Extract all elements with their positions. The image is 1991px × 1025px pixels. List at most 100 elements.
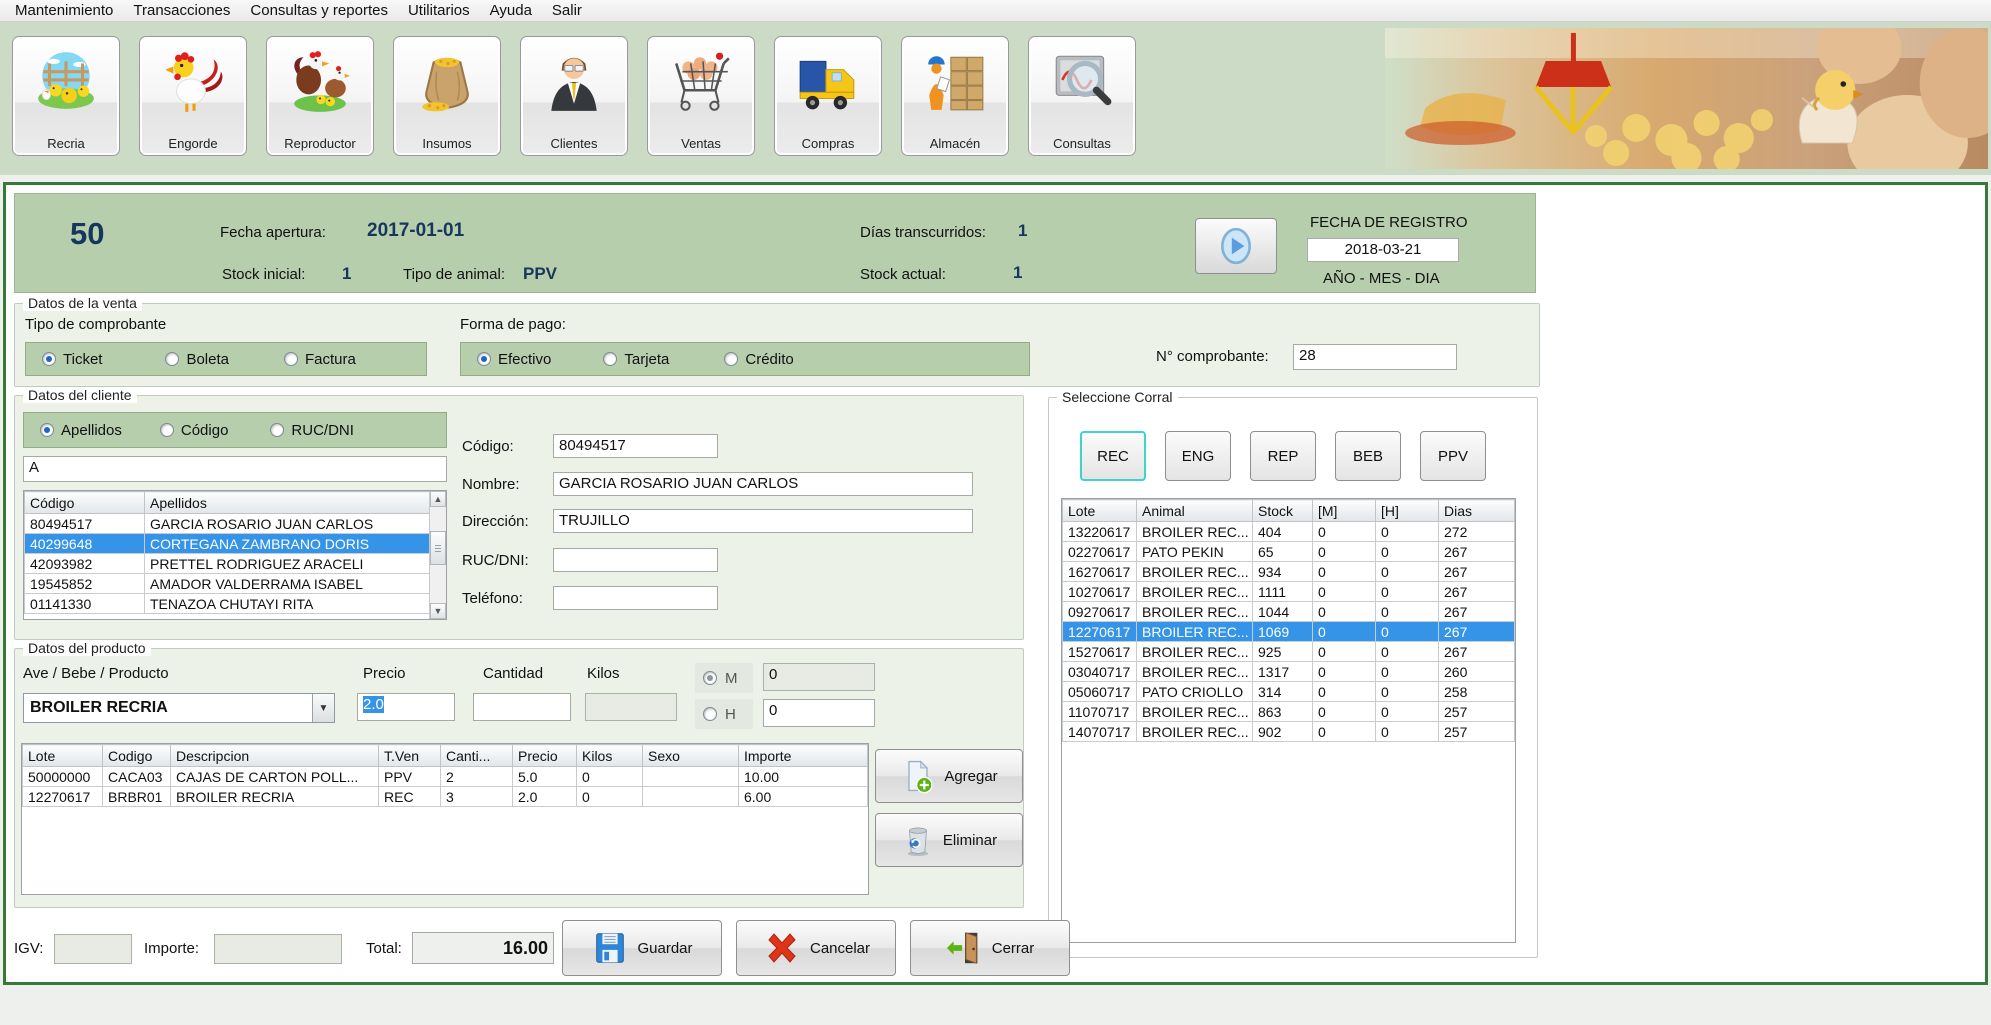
- cancelar-button[interactable]: Cancelar: [736, 920, 896, 976]
- refresh-date-button[interactable]: [1195, 218, 1277, 274]
- column-header[interactable]: Precio: [513, 745, 577, 767]
- column-header[interactable]: [H]: [1376, 500, 1439, 522]
- menu-mantenimiento[interactable]: Mantenimiento: [6, 1, 122, 20]
- cliente-search-input[interactable]: A: [23, 456, 447, 482]
- radio-boleta[interactable]: Boleta: [165, 351, 229, 368]
- cliente-ruc-label: RUC/DNI:: [462, 552, 529, 569]
- column-header[interactable]: Descripcion: [171, 745, 379, 767]
- cliente-direccion-field[interactable]: TRUJILLO: [553, 509, 973, 533]
- toolbar-button-compras[interactable]: Compras: [774, 36, 882, 156]
- column-header[interactable]: Lote: [23, 745, 103, 767]
- table-row[interactable]: 01141330TENAZOA CHUTAYI RITA: [25, 594, 430, 614]
- table-row[interactable]: 19545852AMADOR VALDERRAMA ISABEL: [25, 574, 430, 594]
- radio-codigo[interactable]: Código: [160, 422, 229, 439]
- radio-tarjeta[interactable]: Tarjeta: [603, 351, 669, 368]
- menu-ayuda[interactable]: Ayuda: [481, 1, 541, 20]
- warehouse-icon: [922, 49, 988, 115]
- cliente-codigo-field[interactable]: 80494517: [553, 434, 718, 458]
- igv-input[interactable]: [54, 934, 132, 964]
- table-row[interactable]: 10270617BROILER REC...111100267: [1063, 582, 1515, 602]
- toolbar-button-almacen[interactable]: Almacén: [901, 36, 1009, 156]
- menu-transacciones[interactable]: Transacciones: [124, 1, 239, 20]
- sexo-h-count-input[interactable]: 0: [763, 699, 875, 727]
- cliente-table-scrollbar[interactable]: ▲ ▼: [429, 491, 446, 619]
- radio-ticket[interactable]: Ticket: [42, 351, 102, 368]
- cliente-ruc-field[interactable]: [553, 548, 718, 572]
- table-row[interactable]: 12270617BROILER REC...106900267: [1063, 622, 1515, 642]
- sexo-m-count-input[interactable]: 0: [763, 663, 875, 691]
- column-header[interactable]: Canti...: [441, 745, 513, 767]
- num-comprobante-input[interactable]: 28: [1293, 344, 1457, 370]
- table-row[interactable]: 09270617BROILER REC...104400267: [1063, 602, 1515, 622]
- toolbar-button-clientes[interactable]: Clientes: [520, 36, 628, 156]
- corral-button-rec[interactable]: REC: [1080, 431, 1146, 481]
- corral-button-rep[interactable]: REP: [1250, 431, 1316, 481]
- column-header[interactable]: Animal: [1137, 500, 1253, 522]
- column-header[interactable]: Importe: [739, 745, 868, 767]
- table-row[interactable]: 50000000CACA03CAJAS DE CARTON POLL...PPV…: [23, 767, 868, 787]
- sexo-h-radio[interactable]: H: [695, 699, 753, 729]
- table-row[interactable]: 03040717BROILER REC...131700260: [1063, 662, 1515, 682]
- radio-ruc-dni[interactable]: RUC/DNI: [270, 422, 354, 439]
- radio-efectivo[interactable]: Efectivo: [477, 351, 551, 368]
- scroll-up-button[interactable]: ▲: [430, 491, 446, 507]
- table-row[interactable]: 11070717BROILER REC...86300257: [1063, 702, 1515, 722]
- toolbar-label: Compras: [802, 136, 855, 151]
- cliente-nombre-field[interactable]: GARCIA ROSARIO JUAN CARLOS: [553, 472, 973, 496]
- column-header[interactable]: Sexo: [643, 745, 739, 767]
- toolbar-button-ventas[interactable]: Ventas: [647, 36, 755, 156]
- column-header[interactable]: Stock: [1253, 500, 1313, 522]
- column-header[interactable]: Apellidos: [145, 492, 430, 514]
- fecha-formato-label: AÑO - MES - DIA: [1323, 270, 1440, 287]
- radio-apellidos[interactable]: Apellidos: [40, 422, 122, 439]
- toolbar-label: Insumos: [422, 136, 471, 151]
- toolbar-button-engorde[interactable]: Engorde: [139, 36, 247, 156]
- eliminar-button[interactable]: Eliminar: [875, 813, 1023, 867]
- precio-input[interactable]: 2.0: [357, 693, 455, 721]
- column-header[interactable]: Código: [25, 492, 145, 514]
- column-header[interactable]: Codigo: [103, 745, 171, 767]
- column-header[interactable]: Dias: [1439, 500, 1515, 522]
- corral-button-eng[interactable]: ENG: [1165, 431, 1231, 481]
- toolbar-button-recria[interactable]: Recria: [12, 36, 120, 156]
- corral-button-beb[interactable]: BEB: [1335, 431, 1401, 481]
- cantidad-input[interactable]: [473, 693, 571, 721]
- table-row[interactable]: 16270617BROILER REC...93400267: [1063, 562, 1515, 582]
- sexo-m-radio[interactable]: M: [695, 663, 753, 693]
- datos-venta-title: Datos de la venta: [23, 295, 142, 311]
- scroll-thumb[interactable]: [430, 531, 446, 565]
- corral-button-ppv[interactable]: PPV: [1420, 431, 1486, 481]
- menu-consultas-reportes[interactable]: Consultas y reportes: [241, 1, 397, 20]
- cerrar-button[interactable]: Cerrar: [910, 920, 1070, 976]
- column-header[interactable]: Lote: [1063, 500, 1137, 522]
- fecha-apertura-value: 2017-01-01: [367, 220, 464, 242]
- table-row[interactable]: 40299648CORTEGANA ZAMBRANO DORIS: [25, 534, 430, 554]
- cliente-telefono-field[interactable]: [553, 586, 718, 610]
- menu-salir[interactable]: Salir: [543, 1, 591, 20]
- column-header[interactable]: T.Ven: [379, 745, 441, 767]
- kilos-input[interactable]: [585, 693, 677, 721]
- scroll-down-button[interactable]: ▼: [430, 603, 446, 619]
- importe-input[interactable]: [214, 934, 342, 964]
- fecha-registro-field[interactable]: 2018-03-21: [1307, 238, 1459, 262]
- column-header[interactable]: [M]: [1313, 500, 1376, 522]
- agregar-button[interactable]: Agregar: [875, 749, 1023, 803]
- guardar-button[interactable]: Guardar: [562, 920, 722, 976]
- column-header[interactable]: Kilos: [577, 745, 643, 767]
- radio-credito[interactable]: Crédito: [724, 351, 793, 368]
- toolbar-button-insumos[interactable]: Insumos: [393, 36, 501, 156]
- table-row[interactable]: 15270617BROILER REC...92500267: [1063, 642, 1515, 662]
- table-row[interactable]: 42093982PRETTEL RODRIGUEZ ARACELI: [25, 554, 430, 574]
- producto-dropdown[interactable]: BROILER RECRIA ▼: [23, 693, 335, 723]
- table-row[interactable]: 02270617PATO PEKIN6500267: [1063, 542, 1515, 562]
- chevron-down-icon[interactable]: ▼: [312, 694, 334, 722]
- menu-utilitarios[interactable]: Utilitarios: [399, 1, 479, 20]
- table-row[interactable]: 05060717PATO CRIOLLO31400258: [1063, 682, 1515, 702]
- table-row[interactable]: 12270617BRBR01BROILER RECRIAREC32.006.00: [23, 787, 868, 807]
- toolbar-button-consultas[interactable]: Consultas: [1028, 36, 1136, 156]
- table-row[interactable]: 14070717BROILER REC...90200257: [1063, 722, 1515, 742]
- radio-factura[interactable]: Factura: [284, 351, 356, 368]
- table-row[interactable]: 80494517GARCIA ROSARIO JUAN CARLOS: [25, 514, 430, 534]
- table-row[interactable]: 13220617BROILER REC...40400272: [1063, 522, 1515, 542]
- toolbar-button-reproductor[interactable]: Reproductor: [266, 36, 374, 156]
